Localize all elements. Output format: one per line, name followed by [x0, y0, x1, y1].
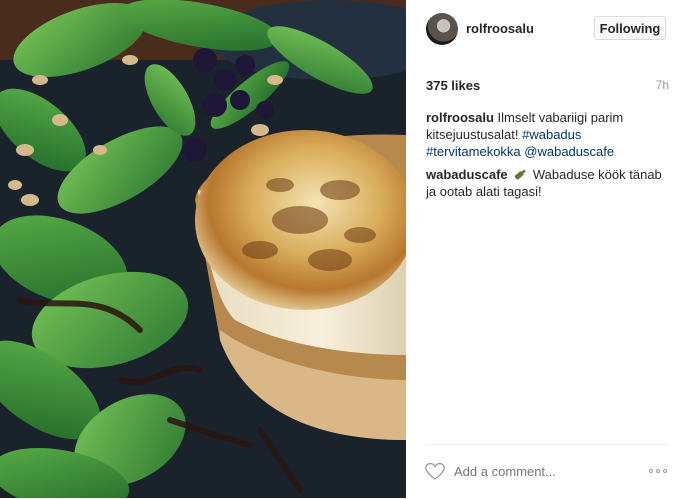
- bottle-icon: [515, 169, 527, 180]
- hashtag-link[interactable]: #wabadus: [522, 127, 581, 142]
- add-comment-input[interactable]: [454, 464, 624, 479]
- following-button[interactable]: Following: [594, 16, 666, 40]
- post-photo[interactable]: [0, 0, 406, 498]
- caption-comment: rolfroosalu Ilmselt vabariigi parim kits…: [426, 109, 668, 160]
- comment-username[interactable]: rolfroosalu: [426, 110, 494, 125]
- reply-comment: wabaduscafe Wabaduse köök tänab ja ootab…: [426, 166, 668, 200]
- comments-list: rolfroosalu Ilmselt vabariigi parim kits…: [426, 109, 668, 206]
- comment-username[interactable]: wabaduscafe: [426, 167, 508, 182]
- instagram-post: rolfroosalu Following 375 likes 7h rolfr…: [0, 0, 685, 498]
- mention-link[interactable]: @wabaduscafe: [524, 144, 614, 159]
- likes-row: 375 likes 7h: [426, 78, 669, 94]
- author-username[interactable]: rolfroosalu: [466, 21, 534, 36]
- more-options-icon[interactable]: [649, 465, 669, 475]
- heart-icon[interactable]: [425, 462, 445, 481]
- post-footer: [425, 444, 669, 499]
- avatar[interactable]: [426, 13, 458, 45]
- salad-photo-illustration: [0, 0, 406, 498]
- post-time[interactable]: 7h: [656, 78, 669, 92]
- post-sidebar: rolfroosalu Following 375 likes 7h rolfr…: [406, 0, 685, 498]
- hashtag-link[interactable]: #tervitamekokka: [426, 144, 521, 159]
- post-header: rolfroosalu Following: [406, 0, 685, 58]
- likes-count[interactable]: 375 likes: [426, 78, 480, 93]
